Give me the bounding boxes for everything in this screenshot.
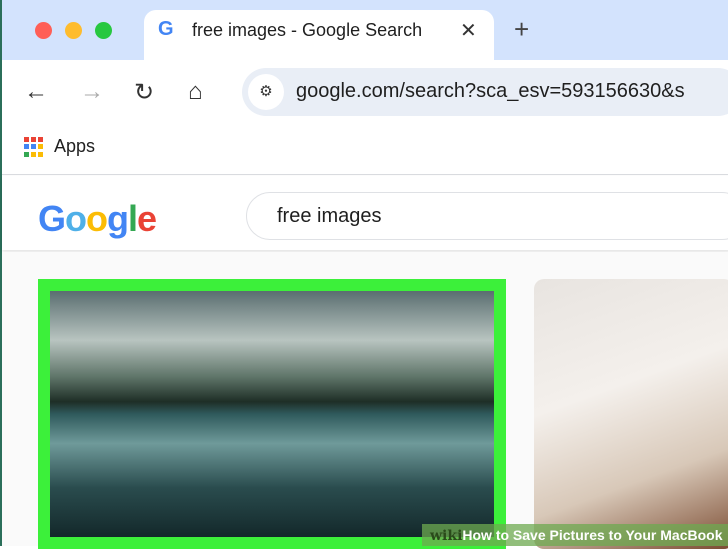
wikihow-watermark: wikiHow to Save Pictures to Your MacBook: [422, 524, 728, 546]
google-doodle-logo[interactable]: Google: [38, 198, 157, 240]
reload-icon[interactable]: ↻: [134, 78, 154, 107]
home-icon[interactable]: ⌂: [188, 78, 203, 106]
search-query[interactable]: free images: [277, 205, 382, 228]
tab-bar: G free images - Google Search ✕ +: [2, 0, 728, 62]
forward-icon[interactable]: →: [80, 78, 104, 106]
close-window-button[interactable]: [35, 22, 52, 39]
watermark-brand: wiki: [430, 528, 463, 544]
back-icon[interactable]: ←: [24, 78, 48, 106]
url-text[interactable]: google.com/search?sca_esv=593156630&s: [296, 80, 685, 103]
tab-title: free images - Google Search: [192, 20, 423, 40]
site-settings-icon[interactable]: ⚙: [248, 74, 284, 110]
watermark-text: How to Save Pictures to Your MacBook: [462, 527, 723, 543]
search-input[interactable]: free images: [246, 192, 728, 240]
image-result-woman[interactable]: [534, 279, 728, 549]
bookmark-apps[interactable]: Apps: [54, 136, 95, 157]
mountain-lake-image[interactable]: [50, 291, 494, 537]
google-header: Google free images: [2, 176, 728, 250]
image-results: [2, 252, 728, 549]
new-tab-button[interactable]: +: [514, 14, 529, 45]
toolbar: ← → ↻ ⌂ ⚙ google.com/search?sca_esv=5931…: [2, 60, 728, 120]
address-bar[interactable]: ⚙ google.com/search?sca_esv=593156630&s: [242, 68, 728, 116]
minimize-window-button[interactable]: [65, 22, 82, 39]
maximize-window-button[interactable]: [95, 22, 112, 39]
google-favicon-icon: G: [158, 18, 174, 40]
close-tab-icon[interactable]: ✕: [460, 18, 477, 43]
image-result-lake-selected[interactable]: [38, 279, 506, 549]
tab-google-search[interactable]: G free images - Google Search ✕: [144, 10, 494, 62]
apps-grid-icon: [24, 137, 44, 157]
bookmarks-bar: Apps: [2, 120, 728, 175]
